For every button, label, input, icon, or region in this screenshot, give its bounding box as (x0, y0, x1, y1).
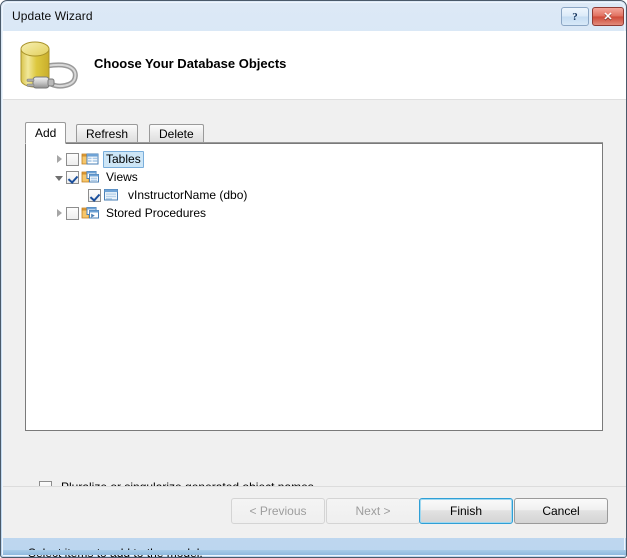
finish-button[interactable]: Finish (419, 498, 513, 524)
view-item-icon (103, 187, 121, 203)
help-icon[interactable]: ? (561, 7, 589, 26)
tab-strip-baseline (25, 142, 603, 143)
tree-label-stored-procedures[interactable]: Stored Procedures (103, 206, 209, 221)
tab-add[interactable]: Add (25, 122, 66, 144)
tree-checkbox-tables[interactable] (66, 153, 79, 166)
title-bar[interactable]: Update Wizard ? ✕ (3, 3, 626, 31)
database-objects-panel: Tables (25, 143, 603, 431)
stored-procedures-folder-icon (81, 205, 99, 221)
wizard-header: Choose Your Database Objects (3, 31, 626, 100)
tree-label-vinstructorname[interactable]: vInstructorName (dbo) (125, 188, 250, 203)
tree-checkbox-views[interactable] (66, 171, 79, 184)
tab-delete[interactable]: Delete (149, 124, 204, 143)
tree-row[interactable]: Stored Procedures (26, 204, 602, 222)
expander-expanded-icon[interactable] (52, 168, 66, 186)
tab-strip: Add Refresh Delete (25, 122, 603, 143)
wizard-footer: < Previous Next > Finish Cancel (3, 486, 626, 538)
next-button[interactable]: Next > (326, 498, 420, 524)
tab-refresh[interactable]: Refresh (76, 124, 138, 143)
tree-row[interactable]: vInstructorName (dbo) (26, 186, 602, 204)
wizard-body: Add Refresh Delete (3, 100, 626, 538)
tree-row[interactable]: Tables (26, 150, 602, 168)
close-icon[interactable]: ✕ (592, 7, 624, 26)
update-wizard-window: Update Wizard ? ✕ (0, 0, 627, 558)
views-folder-icon (81, 169, 99, 185)
expander-collapsed-icon[interactable] (52, 150, 66, 168)
cancel-button[interactable]: Cancel (514, 498, 608, 524)
tree-checkbox-stored-procedures[interactable] (66, 207, 79, 220)
database-connection-icon (15, 36, 89, 98)
tables-folder-icon (81, 151, 99, 167)
tree-label-tables[interactable]: Tables (103, 151, 144, 168)
tree-label-views[interactable]: Views (103, 170, 141, 185)
expander-collapsed-icon[interactable] (52, 204, 66, 222)
tree-checkbox-vinstructorname[interactable] (88, 189, 101, 202)
page-title: Choose Your Database Objects (94, 56, 286, 71)
window-bottom-strip (3, 550, 626, 555)
previous-button[interactable]: < Previous (231, 498, 325, 524)
database-objects-tree[interactable]: Tables (26, 150, 602, 222)
tree-row[interactable]: Views (26, 168, 602, 186)
window-title: Update Wizard (12, 9, 93, 23)
